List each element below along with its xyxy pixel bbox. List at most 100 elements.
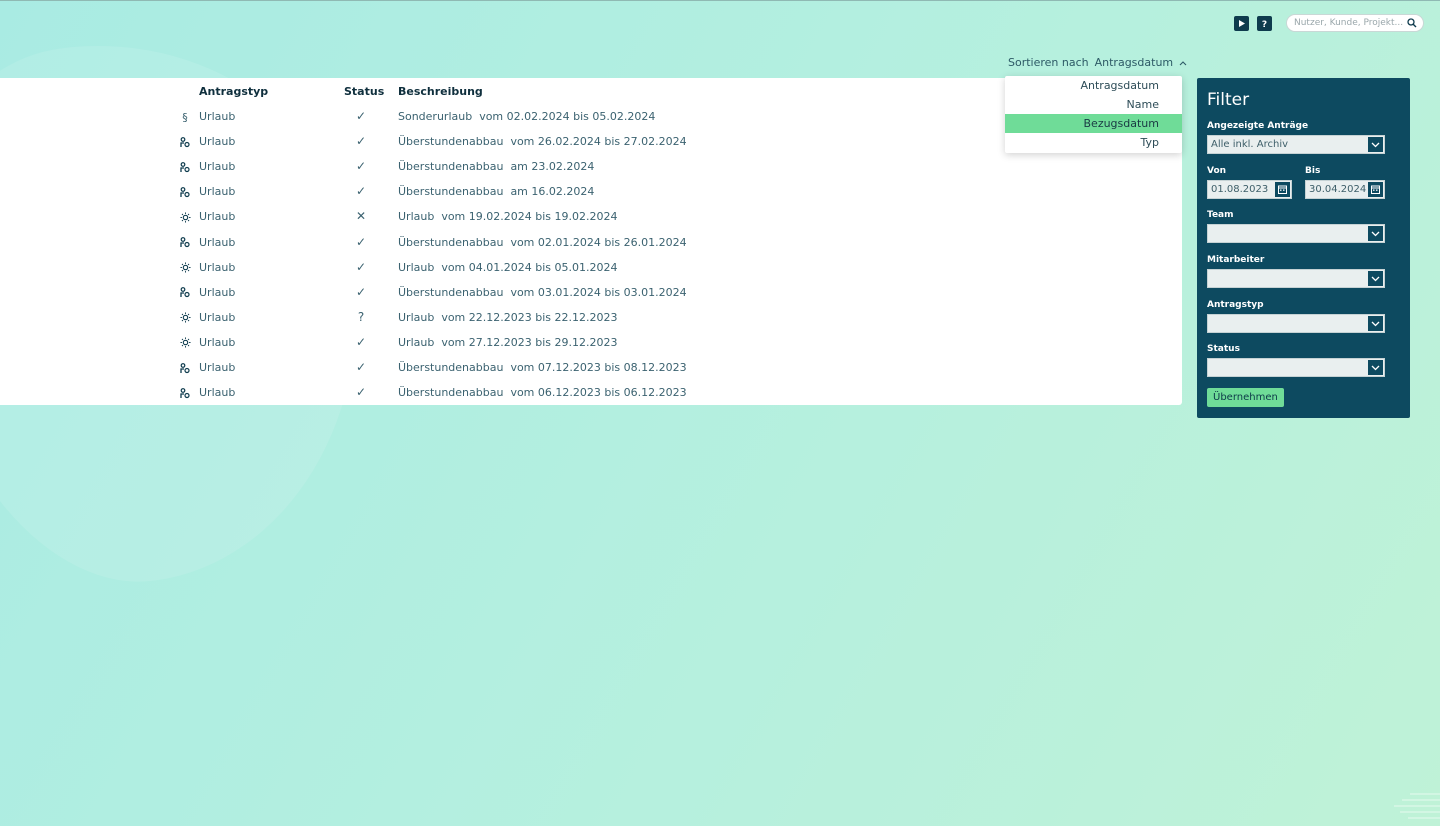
video-play-icon[interactable]	[1234, 15, 1249, 31]
employee-label: Mitarbeiter	[1207, 255, 1265, 265]
row-status: ✓	[355, 385, 367, 400]
sun-icon	[179, 210, 191, 224]
table-row[interactable]: Urlaub ✓ Überstundenabbau am 23.02.2024	[0, 159, 1182, 185]
calendar-icon[interactable]	[1368, 182, 1383, 197]
to-date-field[interactable]: 30.04.2024	[1305, 180, 1385, 199]
shown-requests-value: Alle inkl. Archiv	[1211, 139, 1289, 150]
sort-option-antragsdatum[interactable]: Antragsdatum	[1005, 76, 1182, 95]
column-header-status[interactable]: Status	[344, 85, 384, 98]
sort-option-bezugsdatum[interactable]: Bezugsdatum	[1005, 114, 1182, 133]
row-status: ✕	[355, 209, 367, 224]
row-type: Urlaub	[199, 335, 236, 349]
table-row[interactable]: Urlaub ✓ Überstundenabbau vom 07.12.2023 b…	[0, 360, 1182, 386]
overtime-icon	[179, 361, 191, 375]
apply-button[interactable]: Übernehmen	[1207, 388, 1284, 407]
sort-option-name[interactable]: Name	[1005, 95, 1182, 114]
table-row[interactable]: Urlaub ✓ Überstundenabbau vom 03.01.2024 b…	[0, 284, 1182, 311]
row-type: Urlaub	[199, 160, 236, 174]
row-description: Urlaub vom 22.12.2023 bis 22.12.2023	[398, 310, 618, 324]
row-status: ✓	[355, 184, 367, 199]
table-row[interactable]: Urlaub ✓ Überstundenabbau vom 06.12.2023 b…	[0, 385, 1182, 411]
row-status: ✓	[355, 360, 367, 374]
overtime-icon	[179, 185, 191, 199]
sort-control: Sortieren nach Antragsdatum	[1008, 56, 1187, 69]
sort-label: Sortieren nach	[1008, 56, 1089, 69]
employee-select[interactable]	[1207, 269, 1385, 288]
row-status: ✓	[355, 134, 367, 149]
table-row[interactable]: Urlaub ✓ Überstundenabbau am 16.02.2024	[0, 184, 1182, 210]
row-type: Urlaub	[199, 386, 236, 400]
request-type-label: Antragstyp	[1207, 300, 1264, 310]
row-description: Überstundenabbau am 23.02.2024	[398, 160, 595, 174]
table-row[interactable]: Urlaub ✓ Urlaub vom 04.01.2024 bis 05.01.2…	[0, 259, 1182, 286]
row-type: Urlaub	[199, 185, 236, 199]
row-status: ✓	[355, 334, 367, 349]
top-border	[0, 0, 1440, 1]
shown-requests-select[interactable]: Alle inkl. Archiv	[1207, 135, 1385, 154]
row-description: Überstundenabbau vom 03.01.2024 bis 03.0…	[398, 285, 687, 299]
table-row[interactable]: Urlaub ✕ Urlaub vom 19.02.2024 bis 19.02.2…	[0, 209, 1182, 235]
status-label: Status	[1207, 344, 1240, 354]
table-row[interactable]: Urlaub ✓ Überstundenabbau vom 02.01.2024 b…	[0, 234, 1182, 261]
row-type: Urlaub	[199, 310, 236, 324]
row-description: Überstundenabbau vom 06.12.2023 bis 06.1…	[398, 386, 687, 400]
to-label: Bis	[1305, 166, 1321, 176]
sort-value: Antragsdatum	[1094, 56, 1174, 69]
row-description: Urlaub vom 04.01.2024 bis 05.01.2024	[398, 260, 618, 274]
row-description: Überstundenabbau am 16.02.2024	[398, 185, 595, 199]
search-icon[interactable]	[1407, 18, 1417, 28]
row-description: Überstundenabbau vom 02.01.2024 bis 26.0…	[398, 235, 687, 249]
team-select[interactable]	[1207, 224, 1385, 243]
chevron-down-icon	[1368, 226, 1383, 241]
row-description: Sonderurlaub vom 02.02.2024 bis 05.02.20…	[398, 110, 656, 123]
row-status: ?	[357, 309, 365, 324]
chevron-down-icon	[1368, 137, 1383, 152]
row-description: Überstundenabbau vom 07.12.2023 bis 08.1…	[398, 361, 687, 374]
from-date-field[interactable]: 01.08.2023	[1207, 180, 1292, 199]
sun-icon	[179, 261, 191, 275]
help-book-icon[interactable]: ?	[1257, 15, 1272, 31]
sort-select[interactable]: Antragsdatum	[1095, 56, 1188, 69]
row-type: Urlaub	[199, 235, 236, 249]
row-description: Urlaub vom 19.02.2024 bis 19.02.2024	[398, 210, 618, 224]
from-label: Von	[1207, 166, 1227, 176]
filter-panel: Filter Angezeigte Anträge Alle inkl. Arc…	[1197, 78, 1410, 418]
status-select[interactable]	[1207, 358, 1385, 377]
chevron-up-icon	[1179, 60, 1187, 65]
request-type-select[interactable]	[1207, 314, 1385, 333]
top-toolbar: ?	[1234, 14, 1424, 32]
calendar-icon[interactable]	[1275, 182, 1290, 197]
column-header-description[interactable]: Beschreibung	[398, 85, 483, 98]
to-date-value: 30.04.2024	[1309, 184, 1367, 195]
paragraph-icon: §	[182, 110, 188, 124]
row-status: ✓	[355, 159, 367, 174]
svg-text:?: ?	[1262, 20, 1267, 29]
row-status: ✓	[355, 259, 367, 274]
shown-requests-label: Angezeigte Anträge	[1207, 121, 1309, 131]
row-status: ✓	[355, 234, 367, 249]
row-description: Urlaub vom 27.12.2023 bis 29.12.2023	[398, 335, 618, 349]
overtime-icon	[179, 135, 191, 149]
table-row[interactable]: Urlaub? Urlaub vom 22.12.2023 bis 22.12.2…	[0, 309, 1182, 336]
overtime-icon	[179, 286, 191, 300]
sun-icon	[179, 336, 191, 350]
overtime-icon	[179, 160, 191, 174]
row-status: ✓	[355, 284, 367, 299]
global-search[interactable]	[1286, 14, 1424, 32]
table-row[interactable]: Urlaub ✓ Urlaub vom 27.12.2023 bis 29.12.2…	[0, 334, 1182, 361]
search-input[interactable]	[1294, 18, 1407, 28]
from-date-value: 01.08.2023	[1211, 184, 1269, 195]
sort-option-typ[interactable]: Typ	[1005, 133, 1182, 152]
row-type: Urlaub	[199, 110, 236, 123]
chevron-down-icon	[1368, 316, 1383, 331]
team-label: Team	[1207, 210, 1234, 220]
row-type: Urlaub	[199, 135, 236, 149]
corner-decoration	[1394, 793, 1440, 819]
row-type: Urlaub	[199, 260, 236, 274]
row-type: Urlaub	[199, 361, 236, 374]
overtime-icon	[179, 386, 191, 400]
row-type: Urlaub	[199, 285, 236, 299]
sort-dropdown: Antragsdatum Name Bezugsdatum Typ	[1005, 76, 1182, 153]
column-header-type[interactable]: Antragstyp	[199, 85, 268, 98]
filter-title: Filter	[1207, 90, 1250, 110]
